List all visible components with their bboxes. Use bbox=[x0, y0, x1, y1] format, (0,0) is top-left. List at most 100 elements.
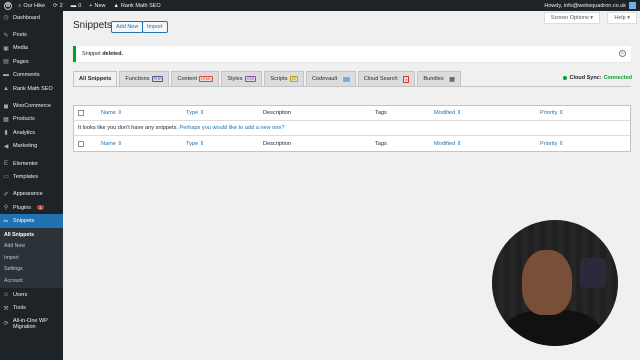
column-priority[interactable]: Priority ⇕ bbox=[540, 110, 564, 116]
submenu-settings[interactable]: Settings bbox=[0, 263, 63, 275]
snippets-submenu: All Snippets Add New Import Settings Acc… bbox=[0, 227, 63, 289]
sidebar-item-label: Media bbox=[13, 45, 28, 52]
submenu-add-new[interactable]: Add New bbox=[0, 240, 63, 252]
tab-label: Content bbox=[177, 76, 197, 82]
sidebar-item-pages[interactable]: ▤ Pages bbox=[0, 55, 63, 68]
add-new-button[interactable]: Add New bbox=[111, 21, 144, 33]
column-priority-footer[interactable]: Priority ⇕ bbox=[540, 141, 564, 147]
tab-styles[interactable]: Styles CSS bbox=[221, 71, 263, 86]
sidebar-item-plugins[interactable]: ⚲ Plugins 1 bbox=[0, 201, 63, 214]
tab-scripts[interactable]: Scripts JS bbox=[264, 71, 304, 86]
sidebar-item-label: Products bbox=[13, 116, 35, 123]
sidebar-item-label: Elementor bbox=[13, 160, 39, 167]
tab-bundles[interactable]: Bundles ▦ bbox=[417, 71, 461, 86]
sidebar-item-dashboard[interactable]: ◷ Dashboard bbox=[0, 11, 63, 24]
comments-link[interactable]: ▬ 0 bbox=[71, 3, 82, 9]
sidebar-item-label: Templates bbox=[13, 173, 39, 180]
sidebar-item-migration[interactable]: ⟳ All-in-One WP Migration bbox=[0, 315, 63, 333]
column-label: Name bbox=[101, 140, 116, 147]
tabs-divider bbox=[73, 86, 631, 87]
submenu-account[interactable]: Account bbox=[0, 275, 63, 287]
column-label: Priority bbox=[540, 140, 558, 147]
snippets-table: Name ⇕ Type ⇕ Description Tags Modified … bbox=[73, 105, 631, 152]
submenu-import[interactable]: Import bbox=[0, 252, 63, 264]
column-label: Modified bbox=[434, 140, 456, 147]
site-name-link[interactable]: ⌂ Our Hike bbox=[18, 3, 45, 9]
tab-all-snippets[interactable]: All Snippets bbox=[73, 71, 118, 86]
page-title: Snippets bbox=[73, 20, 112, 31]
tab-label: All Snippets bbox=[79, 76, 112, 82]
select-all-checkbox-footer[interactable] bbox=[78, 140, 84, 147]
sidebar-item-analytics[interactable]: ▮ Analytics bbox=[0, 126, 63, 139]
products-icon: ▦ bbox=[3, 116, 9, 123]
select-all-checkbox[interactable] bbox=[78, 110, 84, 116]
tab-label: Cloud Search bbox=[363, 76, 398, 82]
sidebar-item-snippets[interactable]: ✂ Snippets bbox=[0, 214, 63, 228]
comments-count: 0 bbox=[78, 2, 82, 9]
html-tag: HTML bbox=[199, 76, 214, 82]
cloud-sync-status: Cloud Sync: Connected bbox=[563, 75, 632, 81]
admin-bar: W ⌂ Our Hike ⟳ 2 ▬ 0 + New ▲ Rank Math S… bbox=[0, 0, 640, 11]
plugin-icon: ⚲ bbox=[3, 205, 9, 212]
sidebar-item-templates[interactable]: ▭ Templates bbox=[0, 170, 63, 183]
rank-math-link[interactable]: ▲ Rank Math SEO bbox=[114, 3, 161, 9]
sidebar-item-label: Plugins bbox=[13, 204, 32, 211]
tab-functions[interactable]: Functions PHP bbox=[119, 71, 170, 86]
sidebar-item-label: Users bbox=[13, 292, 28, 299]
updates-link[interactable]: ⟳ 2 bbox=[53, 3, 63, 9]
sidebar-item-users[interactable]: ☺ Users bbox=[0, 288, 63, 301]
tab-content[interactable]: Content HTML bbox=[171, 71, 220, 86]
close-icon[interactable]: × bbox=[619, 50, 626, 57]
account-menu[interactable]: Howdy, info@websquadron.co.uk bbox=[544, 0, 636, 11]
column-name[interactable]: Name ⇕ bbox=[101, 110, 122, 116]
sidebar-item-label: Snippets bbox=[13, 218, 35, 225]
code-snippets-logo-icon bbox=[580, 258, 606, 288]
search-icon: ⌕ bbox=[403, 75, 410, 83]
submenu-all-snippets[interactable]: All Snippets bbox=[0, 229, 63, 241]
help-button[interactable]: Help ▾ bbox=[607, 12, 637, 24]
tab-codevault[interactable]: Codevault bbox=[305, 71, 356, 86]
sidebar-item-elementor[interactable]: E Elementor bbox=[0, 157, 63, 170]
import-button[interactable]: Import bbox=[142, 21, 168, 33]
new-content-link[interactable]: + New bbox=[89, 3, 105, 9]
sidebar-item-label: WooCommerce bbox=[13, 103, 52, 110]
admin-sidebar: ◷ Dashboard ✎ Posts ▣ Media ▤ Pages ▬ Comment… bbox=[0, 11, 63, 360]
notice-text-a: Snippet bbox=[82, 51, 101, 57]
css-tag: CSS bbox=[244, 76, 257, 82]
tab-label: Bundles bbox=[423, 76, 444, 82]
migration-icon: ⟳ bbox=[3, 321, 9, 328]
sidebar-item-posts[interactable]: ✎ Posts bbox=[0, 28, 63, 41]
sidebar-item-rank-math[interactable]: ▲ Rank Math SEO bbox=[0, 82, 63, 95]
wordpress-logo-icon[interactable]: W bbox=[4, 1, 12, 10]
status-dot-icon bbox=[563, 76, 568, 80]
tab-cloud-search[interactable]: Cloud Search ⌕ bbox=[357, 71, 416, 86]
sync-status-text: Connected bbox=[603, 75, 632, 81]
table-header: Name ⇕ Type ⇕ Description Tags Modified … bbox=[74, 106, 630, 121]
sidebar-item-label: Analytics bbox=[13, 129, 36, 136]
column-type-footer[interactable]: Type ⇕ bbox=[186, 141, 204, 147]
column-modified[interactable]: Modified ⇕ bbox=[434, 110, 461, 116]
sidebar-item-appearance[interactable]: ✐ Appearance bbox=[0, 188, 63, 201]
add-new-link[interactable]: Perhaps you would like to add a new one? bbox=[180, 125, 285, 131]
comment-icon: ▬ bbox=[3, 72, 9, 79]
column-type[interactable]: Type ⇕ bbox=[186, 110, 204, 116]
tab-label: Functions bbox=[125, 76, 150, 82]
sidebar-item-comments[interactable]: ▬ Comments bbox=[0, 69, 63, 82]
sidebar-item-label: Appearance bbox=[13, 191, 43, 198]
site-name: Our Hike bbox=[23, 2, 46, 9]
sidebar-item-label: Dashboard bbox=[13, 14, 40, 21]
sidebar-item-label: All-in-One WP Migration bbox=[13, 318, 48, 331]
sidebar-item-products[interactable]: ▦ Products bbox=[0, 113, 63, 126]
sidebar-item-marketing[interactable]: ◀ Marketing bbox=[0, 140, 63, 153]
sidebar-item-woocommerce[interactable]: ◼ WooCommerce bbox=[0, 99, 63, 112]
column-name-footer[interactable]: Name ⇕ bbox=[101, 141, 122, 147]
sidebar-item-media[interactable]: ▣ Media bbox=[0, 42, 63, 55]
screen-options-button[interactable]: Screen Options ▾ bbox=[543, 12, 600, 24]
analytics-icon: ▮ bbox=[4, 130, 8, 137]
presenter-body bbox=[502, 310, 602, 346]
column-modified-footer[interactable]: Modified ⇕ bbox=[434, 141, 461, 147]
grid-icon: ▦ bbox=[449, 76, 455, 83]
tab-label: Styles bbox=[227, 76, 243, 82]
sidebar-item-tools[interactable]: ⚒ Tools bbox=[0, 302, 63, 315]
success-notice: Snippet deleted. × bbox=[73, 46, 631, 62]
